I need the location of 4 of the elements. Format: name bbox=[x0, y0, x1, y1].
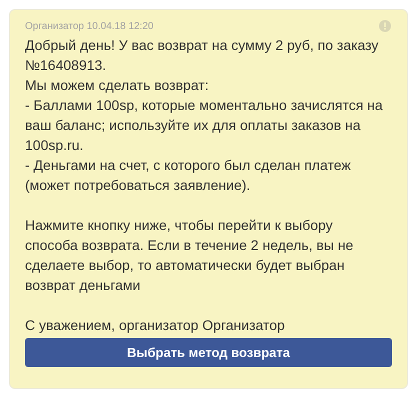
choose-refund-method-button[interactable]: Выбрать метод возврата bbox=[25, 338, 392, 367]
message-text: Добрый день! У вас возврат на сумму 2 руб, по заказу №16408913. Мы можем сделать возврат: - Баллами 100sp, которые моментально зачислятся на ваш баланс; используйте их для оплаты заказов на 100sp.ru. - Деньгами на счет, с которого был сделан платеж (может потребоваться заявление). Нажмите кнопку ниже, чтобы перейти к выбору способа возврата. Если в течение 2 недель, вы не сделаете выбор, то автоматически будет выбран возврат деньгами С уважением, организатор Организатор bbox=[25, 36, 384, 335]
message-meta: Организатор 10.04.18 12:20 bbox=[25, 20, 154, 32]
exclamation-icon[interactable] bbox=[379, 20, 391, 32]
